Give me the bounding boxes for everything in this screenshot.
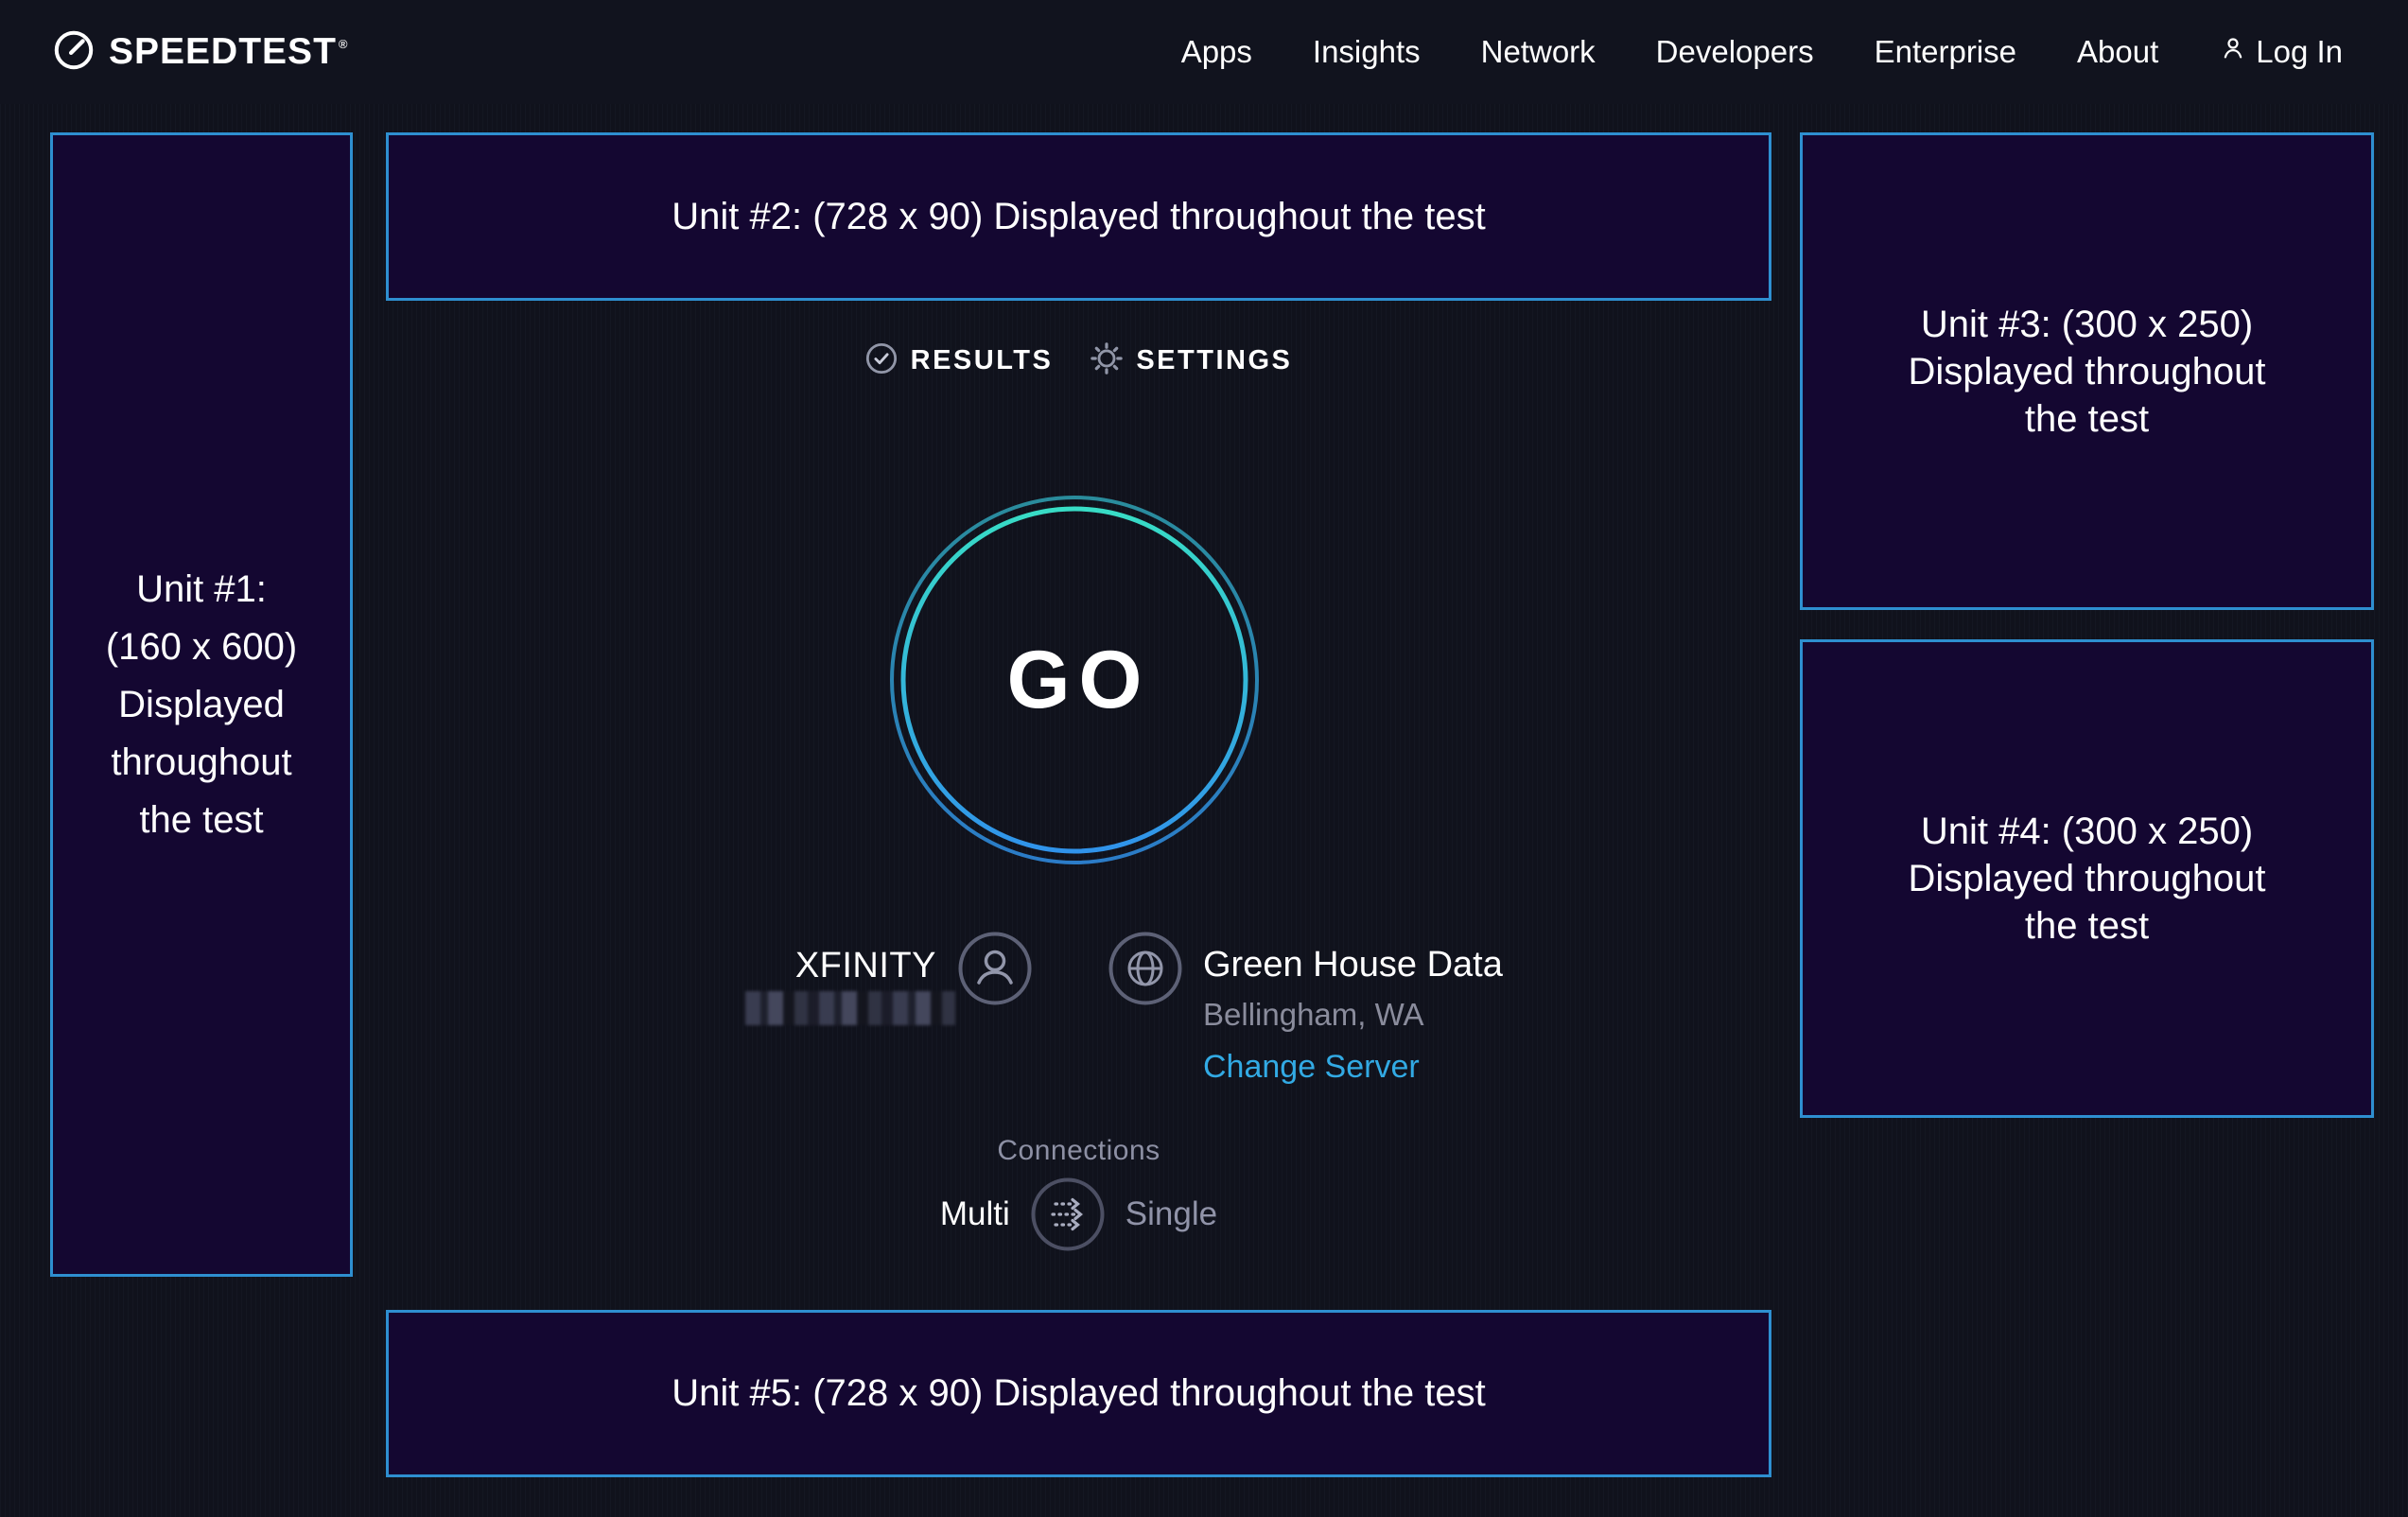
tab-results[interactable]: RESULTS <box>865 342 1054 379</box>
go-button-label: GO <box>889 495 1260 865</box>
gear-icon <box>1091 342 1123 379</box>
check-circle-icon <box>865 342 898 379</box>
ad-unit-5-text: Unit #5: (728 x 90) Displayed throughout… <box>672 1372 1486 1415</box>
view-tabs: RESULTS SETTING <box>386 342 1771 379</box>
top-nav-bar: SPEEDTEST® Apps Insights Network Develop… <box>0 0 2408 104</box>
ad-unit-3[interactable]: Unit #3: (300 x 250) Displayed throughou… <box>1800 132 2374 610</box>
ip-address-redacted <box>745 991 955 1025</box>
ad-unit-1-text: Unit #1: (160 x 600) Displayed throughou… <box>106 561 297 849</box>
connections-single-option[interactable]: Single <box>1125 1195 1217 1233</box>
ad-unit-3-text: Unit #3: (300 x 250) Displayed throughou… <box>1908 301 2265 443</box>
go-button[interactable]: GO <box>889 495 1260 865</box>
user-icon <box>2219 34 2247 70</box>
nav-item-enterprise[interactable]: Enterprise <box>1875 34 2016 70</box>
change-server-link[interactable]: Change Server <box>1203 1048 1503 1086</box>
login-button[interactable]: Log In <box>2219 34 2343 70</box>
nav-item-apps[interactable]: Apps <box>1181 34 1252 70</box>
server-location: Bellingham, WA <box>1203 997 1503 1033</box>
connections-toggle-icon[interactable] <box>1031 1177 1105 1251</box>
ad-unit-5[interactable]: Unit #5: (728 x 90) Displayed throughout… <box>386 1310 1771 1477</box>
ad-unit-4-text: Unit #4: (300 x 250) Displayed throughou… <box>1908 808 2265 950</box>
speedometer-icon <box>52 28 96 77</box>
nav-item-developers[interactable]: Developers <box>1656 34 1814 70</box>
isp-user-icon[interactable] <box>958 932 1032 1005</box>
login-label: Log In <box>2256 34 2343 70</box>
speedtest-page: SPEEDTEST® Apps Insights Network Develop… <box>0 0 2408 1517</box>
server-name: Green House Data <box>1203 944 1503 985</box>
isp-name: XFINITY <box>662 946 936 986</box>
tab-results-label: RESULTS <box>911 345 1054 376</box>
connections-multi-option[interactable]: Multi <box>940 1195 1010 1233</box>
ad-unit-1[interactable]: Unit #1: (160 x 600) Displayed throughou… <box>50 132 353 1277</box>
ad-unit-2[interactable]: Unit #2: (728 x 90) Displayed throughout… <box>386 132 1771 301</box>
server-info: Green House Data Bellingham, WA Change S… <box>1203 944 1503 1086</box>
speedtest-logo[interactable]: SPEEDTEST® <box>52 28 346 77</box>
tab-settings-label: SETTINGS <box>1136 345 1292 376</box>
tab-settings[interactable]: SETTINGS <box>1091 342 1292 379</box>
ad-unit-2-text: Unit #2: (728 x 90) Displayed throughout… <box>672 196 1486 238</box>
nav-item-about[interactable]: About <box>2077 34 2158 70</box>
brand-wordmark: SPEEDTEST® <box>109 31 346 73</box>
ad-unit-4[interactable]: Unit #4: (300 x 250) Displayed throughou… <box>1800 639 2374 1118</box>
server-globe-icon[interactable] <box>1108 932 1182 1005</box>
connections-label: Connections <box>386 1135 1771 1167</box>
nav-menu: Apps Insights Network Developers Enterpr… <box>1181 34 2343 70</box>
nav-item-network[interactable]: Network <box>1481 34 1596 70</box>
connections-toggle-row: Multi Single <box>386 1177 1771 1251</box>
nav-item-insights[interactable]: Insights <box>1313 34 1421 70</box>
trademark-mark: ® <box>339 37 349 51</box>
